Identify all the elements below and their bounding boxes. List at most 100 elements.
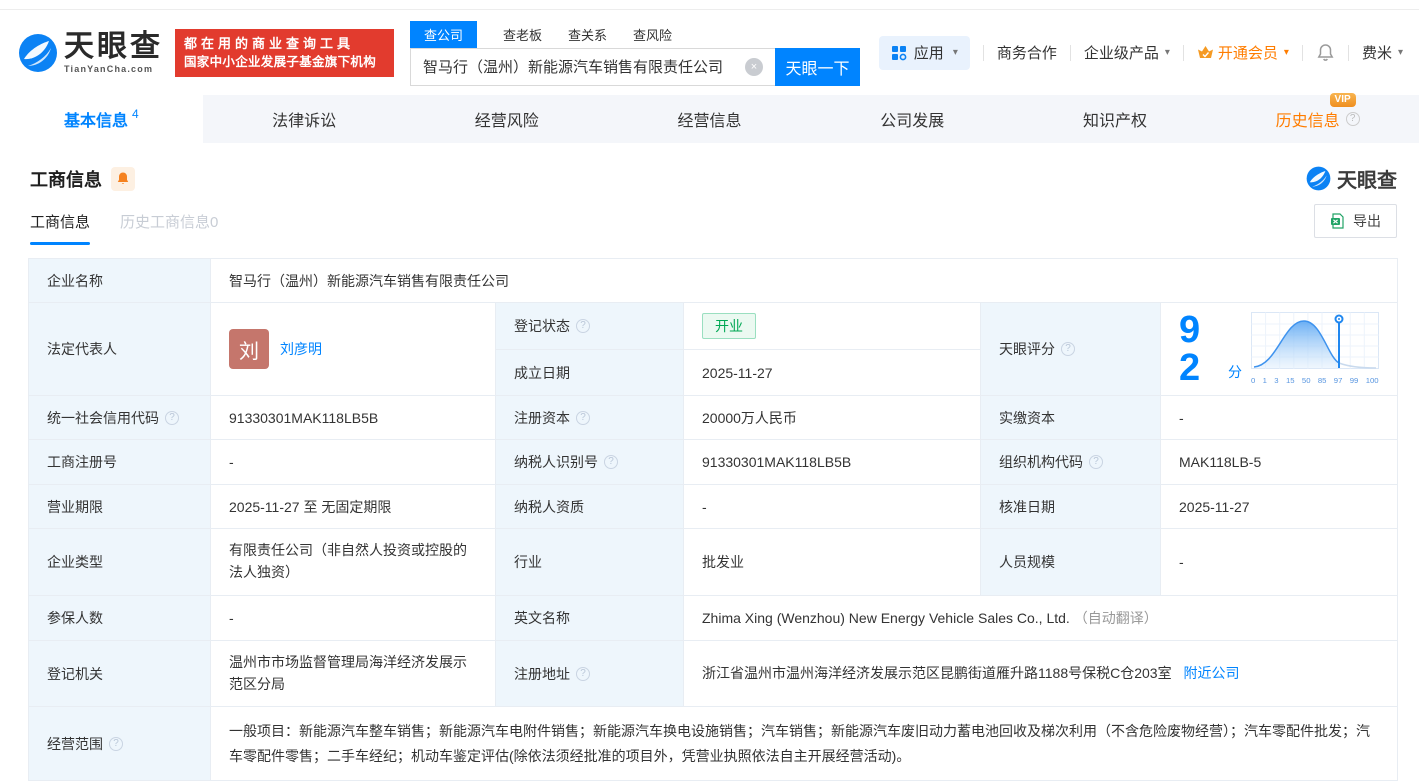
tab-intellectual-property[interactable]: 知识产权 [1014,95,1217,143]
cooperation-label: 商务合作 [996,45,1057,62]
tab-history-info[interactable]: 历史信息 VIP ? [1216,93,1419,143]
score-unit: 分 [1228,364,1243,380]
field-label-business-scope: 经营范围? [28,706,211,781]
field-value-legal-rep: 刘 刘彦明 [210,302,496,396]
field-label-industry: 行业 [495,528,684,596]
crown-icon [1197,46,1213,58]
watermark-text: 天眼查 [1337,170,1397,192]
search-area: 查公司 查老板 查关系 查风险 × 天眼一下 [410,20,860,86]
field-value-paid-capital: - [1159,395,1399,440]
help-icon[interactable]: ? [576,666,590,681]
field-label-org-code: 组织机构代码? [980,439,1161,485]
logo-text: 天眼查 [64,30,163,63]
vip-badge: VIP [1329,93,1356,107]
brand-slogan-badge: 都在用的商业查询工具 国家中小企业发展子基金旗下机构 [175,28,394,77]
field-label-establish-date: 成立日期 [495,349,684,396]
tab-company-development[interactable]: 公司发展 [811,95,1014,143]
field-value-score: 92 分 0 1 3 15 50 85 97 99 100 [1159,302,1399,396]
field-value-reg-status: 开业 [683,301,981,351]
search-tab-relation[interactable]: 查关系 [568,21,607,48]
field-value-business-scope: 一般项目：新能源汽车整车销售；新能源汽车电附件销售；新能源汽车换电设施销售；汽车… [209,706,1399,781]
field-label-legal-rep: 法定代表人 [28,302,211,396]
section-title: 工商信息 [30,169,102,190]
tianyancha-logo-icon [19,33,57,72]
enterprise-label: 企业级产品 [1083,45,1159,62]
search-input[interactable] [410,47,775,86]
field-label-business-term: 营业期限 [28,484,211,529]
help-icon[interactable]: ? [604,455,618,469]
clear-icon[interactable]: × [745,57,763,76]
bell-icon [1317,44,1334,61]
company-nav-tabs: 基本信息 4 法律诉讼 经营风险 经营信息 公司发展 知识产权 历史信息 VIP… [0,93,1419,143]
tab-label: 公司发展 [880,113,945,130]
divider [1347,44,1349,61]
header: 天眼查 TianYanCha.com 都在用的商业查询工具 国家中小企业发展子基… [0,10,1419,95]
field-label-reg-number: 工商注册号 [28,439,211,485]
help-icon[interactable]: ? [576,410,590,425]
tab-basic-info[interactable]: 基本信息 4 [0,95,203,143]
menu-open-vip[interactable]: 开通会员 ▾ [1197,42,1289,63]
menu-cooperation[interactable]: 商务合作 [997,42,1057,63]
field-label-credit-code: 统一社会信用代码? [28,395,211,440]
legal-rep-link[interactable]: 刘彦明 [280,339,322,359]
field-label-insured-count: 参保人数 [28,595,211,641]
help-icon[interactable]: ? [165,410,179,425]
subtab-business-info[interactable]: 工商信息 [30,211,91,245]
tab-business-info[interactable]: 经营信息 [608,95,811,143]
search-tab-company[interactable]: 查公司 [410,20,478,48]
legal-rep-avatar[interactable]: 刘 [229,329,269,369]
field-label-score: 天眼评分? [980,302,1161,396]
help-icon[interactable]: ? [1089,455,1103,469]
field-value-taxpayer-quality: - [683,484,981,529]
divider [982,44,984,61]
help-icon[interactable]: ? [1345,112,1360,126]
tab-business-risk[interactable]: 经营风险 [405,95,608,143]
field-value-insured-count: - [210,595,496,641]
chevron-down-icon: ▾ [1397,47,1403,58]
tab-label: 基本信息 [64,113,129,130]
tab-count-badge: 4 [132,107,139,121]
field-label-reg-status: 登记状态? [495,301,684,351]
divider [1301,44,1303,61]
field-value-reg-capital: 20000万人民币 [683,395,981,440]
export-button[interactable]: 导出 [1314,204,1397,238]
apps-label: 应用 [913,45,944,62]
field-value-org-code: MAK118LB-5 [1159,439,1399,485]
field-label-taxpayer-id: 纳税人识别号? [495,439,684,485]
divider [1069,44,1071,61]
slogan-line1: 都在用的商业查询工具 [184,35,355,51]
chevron-down-icon: ▾ [952,47,958,58]
username-label: 费米 [1361,45,1392,62]
field-value-business-term: 2025-11-27 至 无固定期限 [210,484,496,529]
field-value-taxpayer-id: 91330301MAK118LB5B [683,439,981,485]
page-top-divider [0,0,1419,10]
main-content: 工商信息 天眼查 工商信息 历史工商信息0 导出 企业名称 智马行（温州）新能源… [0,143,1419,781]
tianyancha-logo[interactable]: 天眼查 TianYanCha.com [18,31,163,74]
monitor-bell-button[interactable] [111,166,135,191]
field-label-paid-capital: 实缴资本 [980,395,1161,440]
user-menu[interactable]: 费米 ▾ [1362,42,1403,63]
grid-icon [891,45,907,60]
help-icon[interactable]: ? [109,736,123,751]
help-icon[interactable]: ? [1061,342,1075,356]
help-icon[interactable]: ? [576,319,590,333]
search-tab-risk[interactable]: 查风险 [633,21,672,48]
logo-subtext: TianYanCha.com [64,64,154,74]
field-value-company-name: 智马行（温州）新能源汽车销售有限责任公司 [209,258,1399,303]
score-distribution-chart: 0 1 3 15 50 85 97 99 100 [1251,312,1380,386]
search-button[interactable]: 天眼一下 [775,47,860,86]
field-value-staff-size: - [1159,528,1399,596]
field-value-credit-code: 91330301MAK118LB5B [210,395,496,440]
field-label-english-name: 英文名称 [495,595,684,641]
search-tab-boss[interactable]: 查老板 [503,21,542,48]
tab-lawsuits[interactable]: 法律诉讼 [203,95,406,143]
field-value-english-name: Zhima Xing (Wenzhou) New Energy Vehicle … [682,595,1399,641]
subtab-history-business-info[interactable]: 历史工商信息0 [120,211,218,245]
auto-translate-note: （自动翻译） [1073,610,1158,626]
field-label-reg-authority: 登记机关 [28,640,211,707]
notification-bell-button[interactable] [1316,43,1335,62]
nearby-companies-link[interactable]: 附近公司 [1183,665,1239,681]
chevron-down-icon: ▾ [1283,47,1289,58]
apps-button[interactable]: 应用 ▾ [878,35,970,70]
menu-enterprise-products[interactable]: 企业级产品 ▾ [1084,42,1170,63]
